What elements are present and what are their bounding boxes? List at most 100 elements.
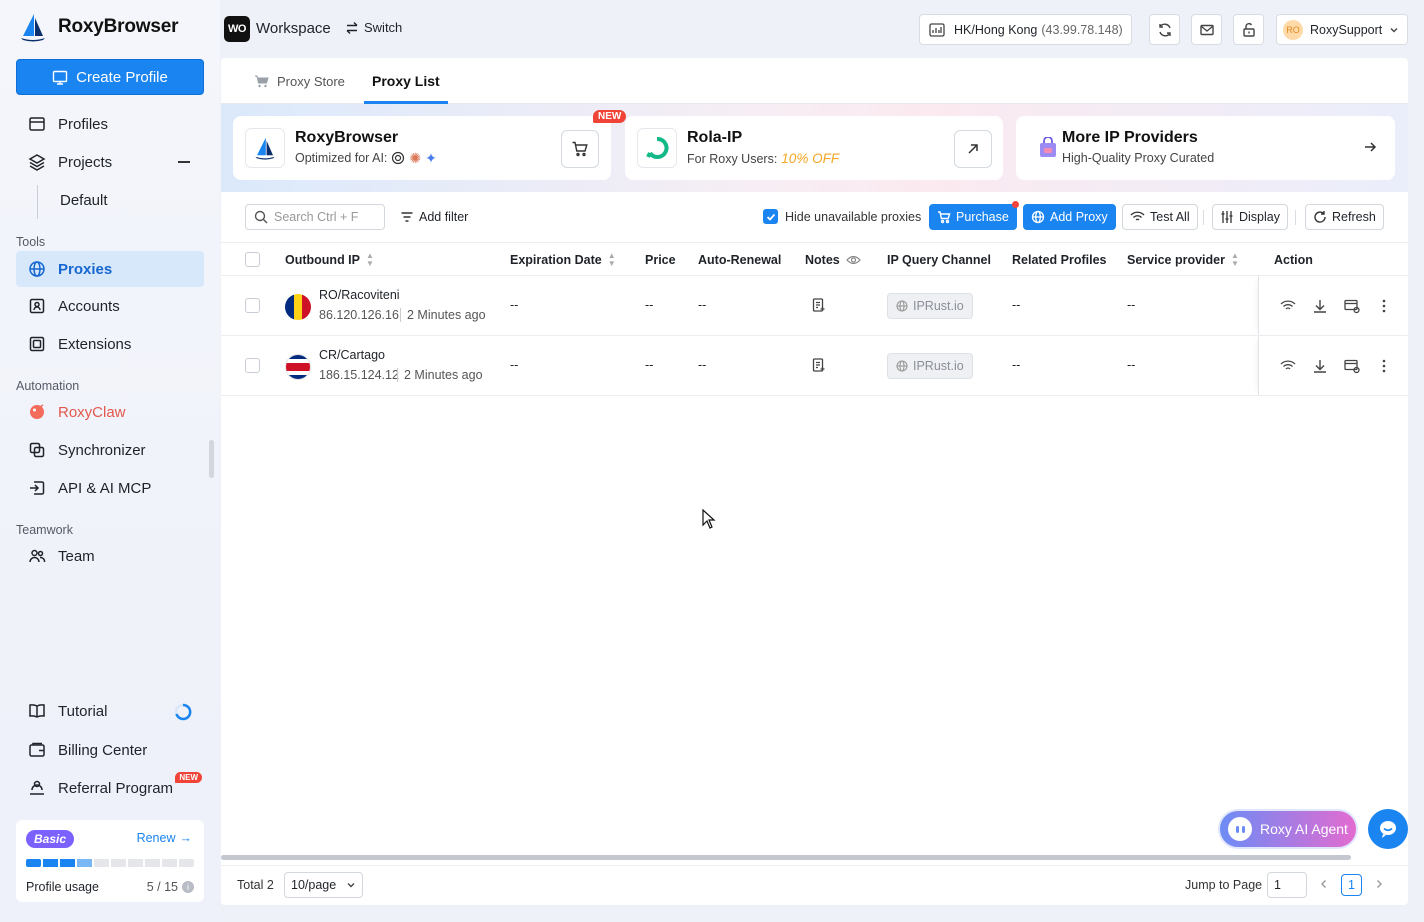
collapse-icon[interactable] xyxy=(178,161,190,163)
referral-new-badge: NEW xyxy=(175,772,202,783)
ip-query-channel-chip[interactable]: IPRust.io xyxy=(887,293,973,319)
search-placeholder: Search Ctrl + F xyxy=(274,210,359,224)
test-all-button[interactable]: Test All xyxy=(1122,204,1198,230)
card-subtitle-text: For Roxy Users: xyxy=(687,151,778,166)
network-icon xyxy=(928,21,946,39)
add-proxy-button[interactable]: Add Proxy xyxy=(1023,204,1116,230)
assign-profile-icon[interactable] xyxy=(1343,297,1361,315)
info-icon[interactable]: i xyxy=(182,881,194,893)
sidebar-item-tutorial[interactable]: Tutorial xyxy=(16,693,204,729)
promo-card-rola-ip[interactable]: Rola-IP For Roxy Users: 10% OFF xyxy=(625,116,1003,180)
signal-test-icon[interactable] xyxy=(1279,297,1297,315)
sort-icon[interactable]: ▲ ▼ xyxy=(1231,252,1239,268)
sidebar-item-billing[interactable]: Billing Center xyxy=(16,732,204,768)
sidebar-item-roxyclaw[interactable]: RoxyClaw xyxy=(16,394,204,430)
display-button[interactable]: Display xyxy=(1212,204,1288,230)
jump-to-page-input[interactable]: 1 xyxy=(1267,872,1307,898)
sidebar-item-team[interactable]: Team xyxy=(16,538,204,574)
sidebar-scrollbar[interactable] xyxy=(209,440,214,478)
horizontal-scrollbar[interactable] xyxy=(221,855,1351,860)
external-link-icon xyxy=(966,142,980,156)
download-icon[interactable] xyxy=(1311,357,1329,375)
table-row[interactable]: RO/Racoviteni 86.120.126.16 2 Minutes ag… xyxy=(221,276,1408,336)
sort-icon[interactable]: ▲ ▼ xyxy=(366,252,374,268)
promo-card-more-providers[interactable]: More IP Providers High-Quality Proxy Cur… xyxy=(1016,116,1395,180)
lock-button[interactable] xyxy=(1233,14,1264,45)
proxy-last-checked: 2 Minutes ago xyxy=(397,368,483,382)
sort-icon[interactable]: ▲ ▼ xyxy=(608,252,616,268)
prev-page-icon[interactable] xyxy=(1318,878,1330,890)
tab-proxy-store[interactable]: Proxy Store xyxy=(254,58,345,104)
messages-button[interactable] xyxy=(1191,14,1222,45)
arrow-right-icon[interactable] xyxy=(1363,140,1377,154)
column-header-outbound-ip[interactable]: Outbound IP ▲ ▼ xyxy=(285,243,374,277)
refresh-button[interactable]: Refresh xyxy=(1305,204,1384,230)
column-header-related-profiles: Related Profiles xyxy=(1012,243,1106,277)
switch-workspace-button[interactable]: Switch xyxy=(345,20,402,35)
select-all-checkbox[interactable] xyxy=(245,252,260,267)
add-filter-button[interactable]: Add filter xyxy=(393,204,476,230)
column-header-label: Notes xyxy=(805,253,840,267)
user-menu-button[interactable]: RO RoxySupport xyxy=(1276,14,1408,45)
support-chat-button[interactable] xyxy=(1368,809,1408,849)
renew-link[interactable]: Renew → xyxy=(137,831,192,845)
sidebar-item-referral[interactable]: Referral Program NEW xyxy=(16,770,204,806)
workspace-label[interactable]: Workspace xyxy=(256,20,331,37)
row-actions xyxy=(1258,336,1408,395)
tools-section-label: Tools xyxy=(16,235,46,249)
sidebar-item-synchronizer[interactable]: Synchronizer xyxy=(16,432,204,468)
hide-unavailable-toggle[interactable]: Hide unavailable proxies xyxy=(763,209,921,224)
promo-card-roxybrowser[interactable]: RoxyBrowser Optimized for AI: ✺ ✦ NEW xyxy=(233,110,627,180)
purchase-button[interactable]: Purchase xyxy=(929,201,1019,230)
sidebar-item-extensions[interactable]: Extensions xyxy=(16,326,204,362)
related-profiles: -- xyxy=(1012,358,1021,372)
sidebar-item-proxies[interactable]: Proxies xyxy=(16,251,204,287)
rola-ip-open-button[interactable] xyxy=(954,130,992,168)
roxy-ai-agent-button[interactable]: Roxy AI Agent xyxy=(1218,809,1358,849)
edit-notes-icon[interactable] xyxy=(811,357,827,373)
page-button-1[interactable]: 1 xyxy=(1341,874,1362,896)
sidebar-item-accounts[interactable]: Accounts xyxy=(16,288,204,324)
edit-notes-icon[interactable] xyxy=(811,297,827,313)
create-profile-button[interactable]: Create Profile xyxy=(16,59,204,95)
page-size-select[interactable]: 10/page xyxy=(284,872,363,898)
tab-proxy-list[interactable]: Proxy List xyxy=(372,58,440,104)
column-header-expiration[interactable]: Expiration Date ▲ ▼ xyxy=(510,243,616,277)
ip-location-button[interactable]: HK/Hong Kong (43.99.78.148) xyxy=(919,14,1132,45)
tab-label: Proxy Store xyxy=(277,73,345,89)
proxy-ip[interactable]: 186.15.124.12 xyxy=(319,368,399,382)
sidebar-item-profiles[interactable]: Profiles xyxy=(16,106,204,142)
usage-value-text: 5 / 15 xyxy=(146,880,178,894)
row-checkbox[interactable] xyxy=(245,298,260,313)
more-options-icon[interactable] xyxy=(1375,297,1393,315)
table-row[interactable]: CR/Cartago 186.15.124.12 2 Minutes ago -… xyxy=(221,336,1408,396)
next-page-icon[interactable] xyxy=(1373,878,1385,890)
sync-button[interactable] xyxy=(1149,14,1180,45)
signal-test-icon[interactable] xyxy=(1279,357,1297,375)
hide-unavailable-checkbox[interactable] xyxy=(763,209,778,224)
row-checkbox[interactable] xyxy=(245,358,260,373)
column-header-service-provider[interactable]: Service provider ▲ ▼ xyxy=(1127,243,1239,277)
sidebar-item-api[interactable]: API & AI MCP xyxy=(16,470,204,506)
add-filter-label: Add filter xyxy=(419,210,469,224)
roxybrowser-purchase-button[interactable] xyxy=(561,130,599,168)
column-header-notes: Notes xyxy=(805,243,861,277)
service-provider: -- xyxy=(1127,358,1136,372)
sidebar-item-default-project[interactable]: Default xyxy=(16,182,204,218)
brand[interactable]: RoxyBrowser xyxy=(18,12,178,42)
signal-test-icon xyxy=(1130,210,1145,224)
api-icon xyxy=(28,479,46,497)
filter-icon xyxy=(400,210,414,224)
assign-profile-icon[interactable] xyxy=(1343,357,1361,375)
sidebar-item-projects[interactable]: Projects xyxy=(16,144,204,180)
switch-icon xyxy=(345,21,359,35)
sidebar: RoxyBrowser Create Profile Profiles Proj… xyxy=(0,0,220,922)
search-input[interactable]: Search Ctrl + F xyxy=(245,204,385,230)
eye-icon[interactable] xyxy=(845,254,861,266)
card-subtitle: Optimized for AI: ✺ ✦ xyxy=(295,151,437,165)
more-options-icon[interactable] xyxy=(1375,357,1393,375)
download-icon[interactable] xyxy=(1311,297,1329,315)
brand-name: RoxyBrowser xyxy=(58,16,179,37)
ip-query-channel-chip[interactable]: IPRust.io xyxy=(887,353,973,379)
proxy-ip[interactable]: 86.120.126.16 xyxy=(319,308,399,322)
